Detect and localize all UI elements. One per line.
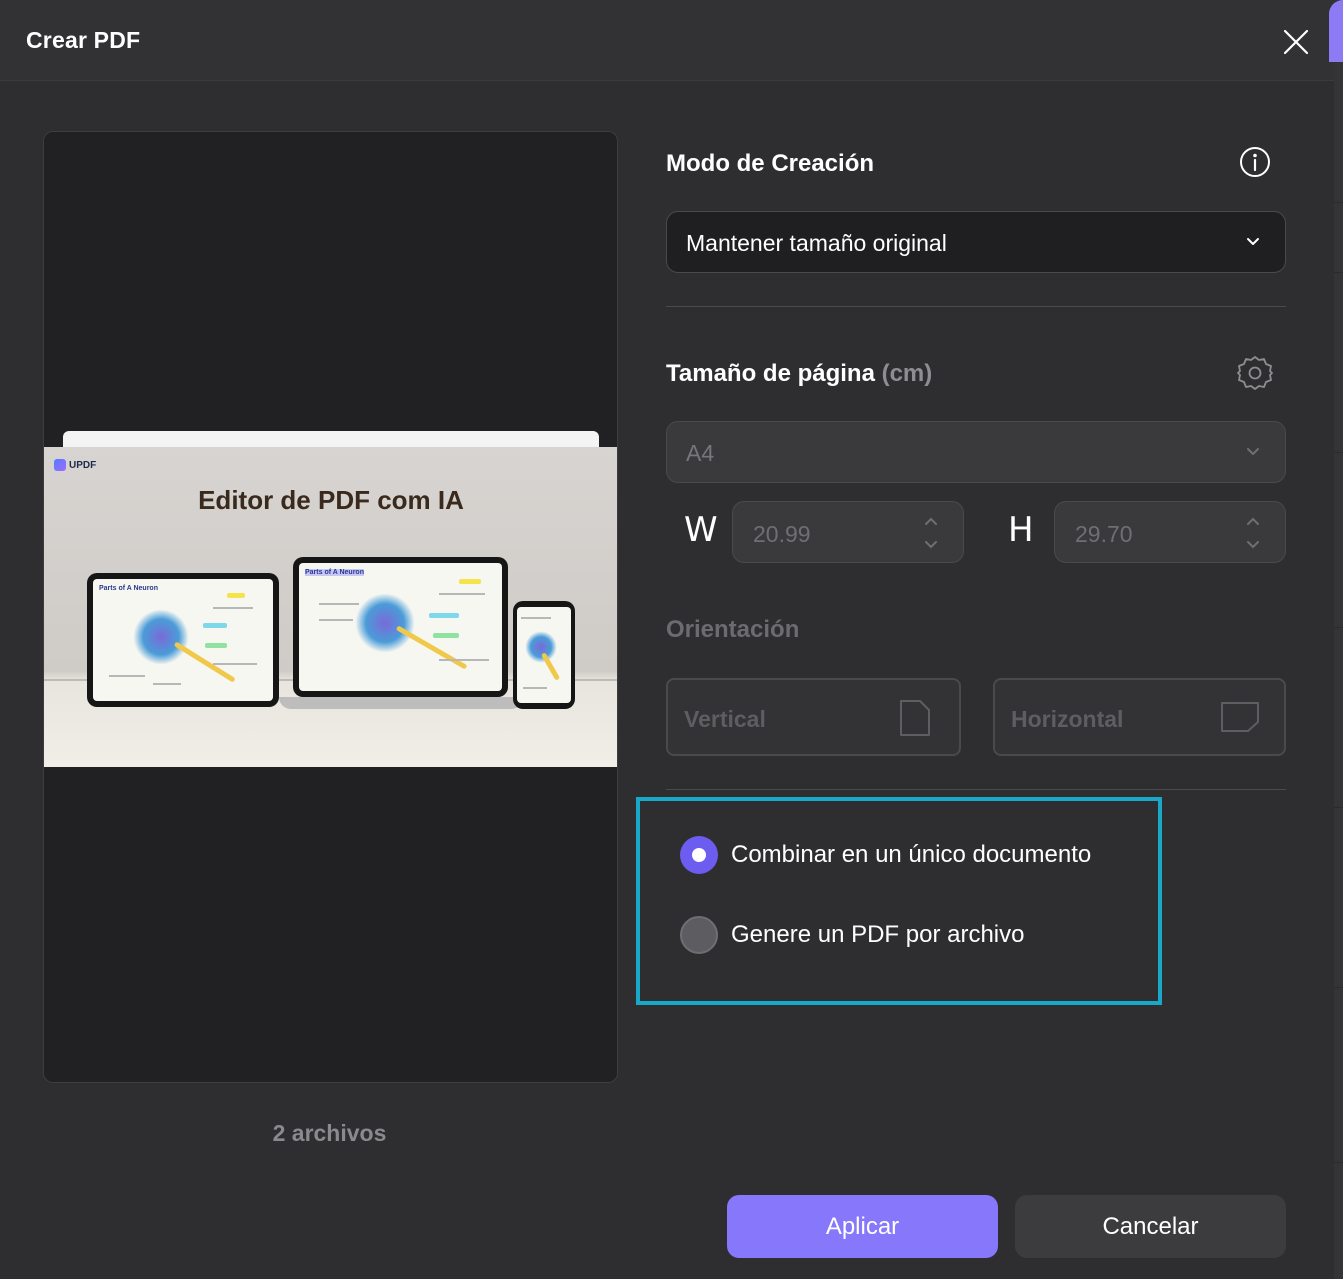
option-combine[interactable]: Combinar en un único documento — [680, 836, 1091, 874]
side-scrollbar[interactable] — [1334, 62, 1343, 1279]
updf-logo: UPDF — [54, 459, 96, 471]
stepper-arrows-icon[interactable] — [923, 516, 939, 550]
output-options-highlight — [636, 797, 1162, 1005]
option-combine-label: Combinar en un único documento — [731, 841, 1092, 868]
orientation-horizontal-label: Horizontal — [1011, 706, 1124, 732]
page-size-title: Tamaño de página (cm) — [666, 360, 932, 388]
orientation-vertical-label: Vertical — [684, 706, 766, 732]
laptop-image: Parts of A Neuron — [293, 557, 508, 697]
tablet-image: Parts of A Neuron — [87, 573, 279, 707]
orientation-vertical-button[interactable]: Vertical — [666, 678, 961, 756]
phone-image — [513, 601, 575, 709]
preview-heading: Editor de PDF com IA — [198, 485, 464, 515]
page-size-select[interactable]: A4 — [666, 421, 1286, 483]
preview-page-thumbnail: UPDF Editor de PDF com IA Parts of A Neu… — [44, 447, 617, 767]
creation-mode-value: Mantener tamaño original — [686, 230, 947, 256]
laptop-screen-label: Parts of A Neuron — [305, 569, 364, 576]
window-accent — [1329, 0, 1343, 62]
creation-mode-title: Modo de Creación — [666, 150, 875, 177]
option-per-file[interactable]: Genere un PDF por archivo — [680, 916, 1024, 954]
page-size-preset: A4 — [686, 440, 715, 466]
page-size-unit: (cm) — [881, 360, 933, 387]
updf-logo-text: UPDF — [69, 459, 97, 471]
width-value: 20.99 — [753, 521, 811, 547]
orientation-title: Orientación — [666, 616, 800, 643]
section-divider — [666, 789, 1286, 790]
height-value: 29.70 — [1075, 521, 1133, 547]
close-icon — [1283, 29, 1309, 55]
height-stepper[interactable]: 29.70 — [1054, 501, 1286, 563]
option-per-file-label: Genere un PDF por archivo — [731, 921, 1025, 948]
chevron-down-icon — [1247, 448, 1259, 455]
portrait-page-icon — [900, 700, 930, 736]
cancel-button[interactable]: Cancelar — [1015, 1195, 1286, 1258]
page-size-title-text: Tamaño de página — [666, 360, 875, 387]
dialog-header: Crear PDF — [0, 0, 1343, 81]
height-label: H — [1008, 510, 1034, 550]
gear-icon — [1237, 356, 1273, 390]
files-count: 2 archivos — [272, 1120, 387, 1146]
dialog-title: Crear PDF — [26, 27, 141, 53]
creation-mode-info-button[interactable] — [1237, 144, 1273, 180]
landscape-page-icon — [1221, 702, 1259, 732]
stepper-arrows-icon[interactable] — [1245, 516, 1261, 550]
radio-per-file[interactable] — [680, 916, 718, 954]
section-divider — [666, 306, 1286, 307]
orientation-horizontal-button[interactable]: Horizontal — [993, 678, 1286, 756]
page-size-settings-button[interactable] — [1236, 354, 1273, 390]
chevron-down-icon — [1247, 238, 1259, 245]
updf-logo-mark — [54, 459, 66, 471]
tablet-screen-label: Parts of A Neuron — [99, 585, 158, 592]
apply-button[interactable]: Aplicar — [727, 1195, 998, 1258]
close-button[interactable] — [1276, 22, 1316, 62]
laptop-keyboard — [279, 697, 523, 709]
width-label: W — [684, 510, 718, 550]
creation-mode-select[interactable]: Mantener tamaño original — [666, 211, 1286, 273]
radio-combine[interactable] — [680, 836, 718, 874]
info-icon — [1240, 147, 1270, 177]
file-preview-panel: UPDF Editor de PDF com IA Parts of A Neu… — [43, 131, 618, 1083]
width-stepper[interactable]: 20.99 — [732, 501, 964, 563]
